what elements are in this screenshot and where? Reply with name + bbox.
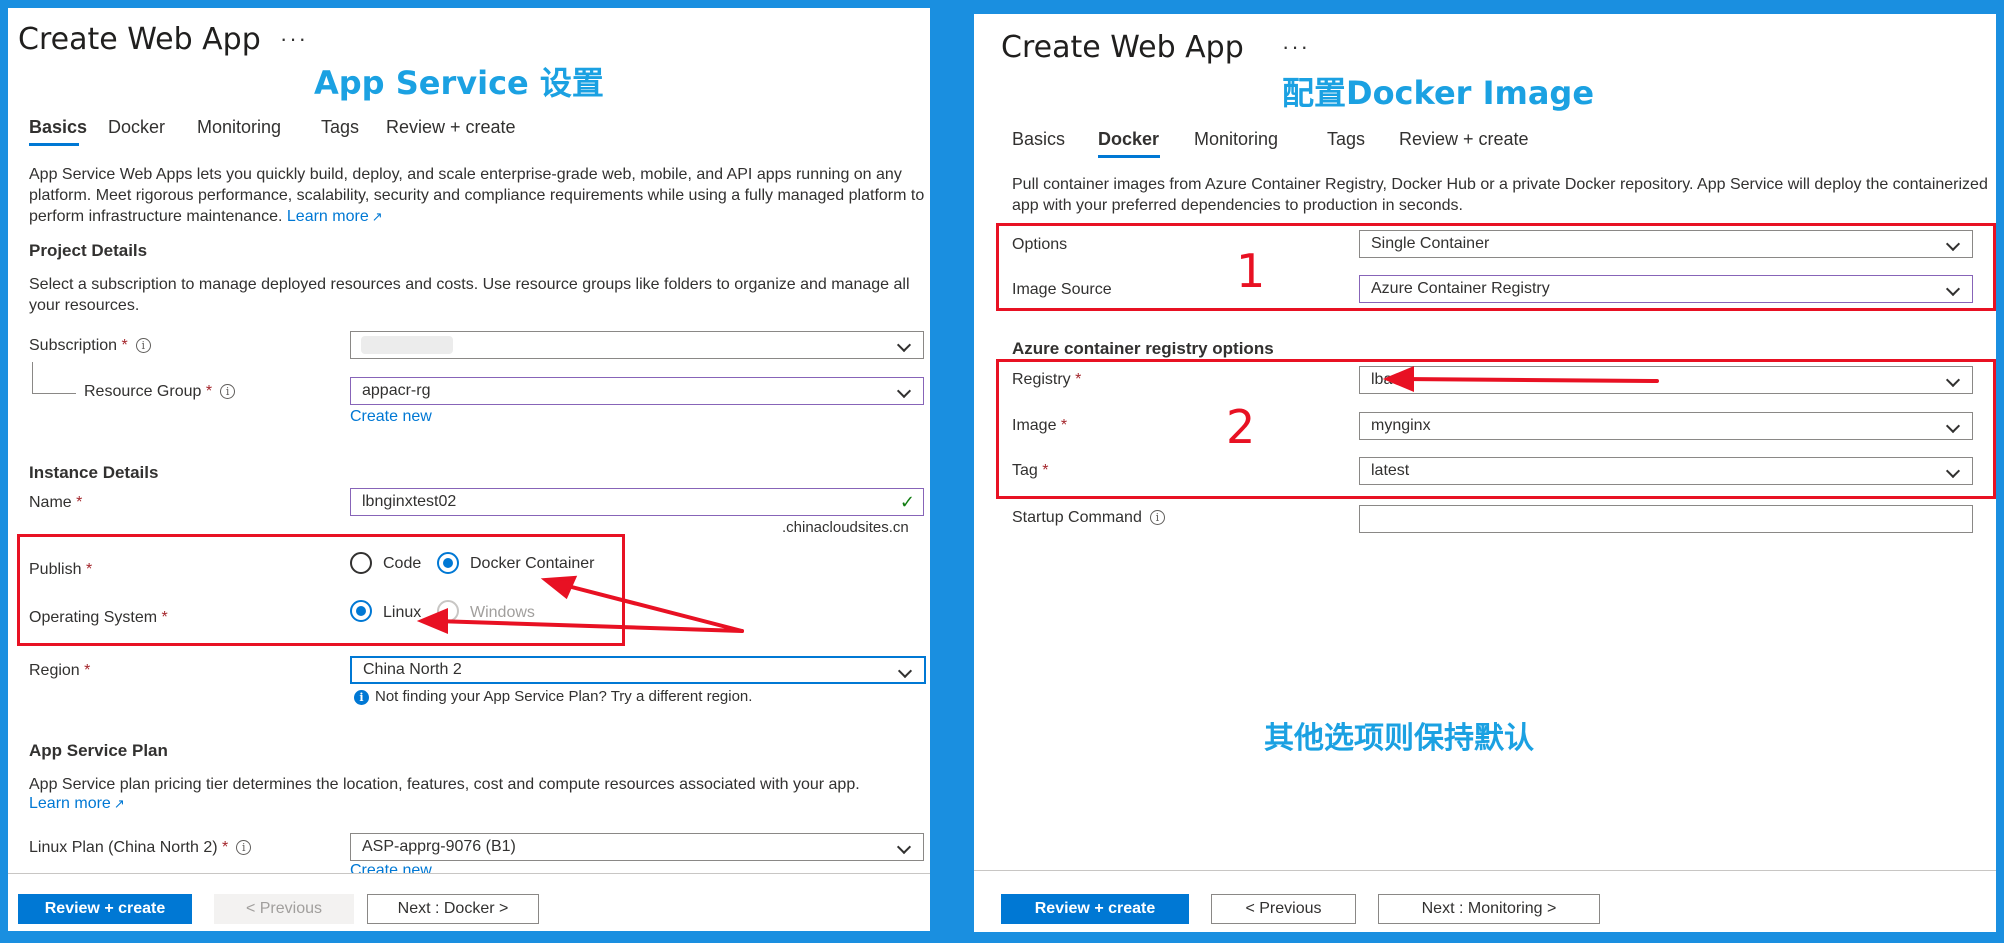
chevron-down-icon bbox=[896, 839, 912, 855]
info-icon[interactable]: i bbox=[220, 384, 236, 400]
info-icon: i bbox=[354, 689, 369, 705]
left-create-web-app-panel: Create Web App ··· App Service 设置 Basics… bbox=[8, 8, 930, 931]
region-label: Region * bbox=[29, 662, 91, 679]
review-create-button[interactable]: Review + create bbox=[18, 894, 192, 924]
annotation-number-1: 1 bbox=[1236, 244, 1266, 298]
active-tab-indicator bbox=[1098, 155, 1160, 158]
plan-description: App Service plan pricing tier determines… bbox=[29, 776, 860, 793]
annotation-title: App Service 设置 bbox=[314, 64, 604, 102]
learn-more-link[interactable]: Learn more ↗ bbox=[287, 208, 383, 225]
chevron-down-icon bbox=[896, 383, 912, 399]
chevron-down-icon bbox=[896, 337, 912, 353]
checkmark-icon: ✓ bbox=[899, 492, 915, 512]
project-details-description: Select a subscription to manage deployed… bbox=[29, 276, 910, 314]
annotation-title: 配置Docker Image bbox=[1282, 74, 1595, 112]
resource-group-label: Resource Group * i bbox=[84, 383, 236, 401]
linux-plan-label: Linux Plan (China North 2) * i bbox=[29, 839, 252, 857]
name-label: Name * bbox=[29, 494, 83, 511]
more-options-button[interactable]: ··· bbox=[280, 26, 308, 52]
startup-command-input[interactable] bbox=[1359, 505, 1973, 533]
domain-suffix: .chinacloudsites.cn bbox=[782, 519, 909, 536]
docker-description: Pull container images from Azure Contain… bbox=[1012, 176, 1988, 214]
right-create-web-app-panel: Create Web App ··· 配置Docker Image Basics… bbox=[974, 14, 1996, 932]
create-new-resource-group-link[interactable]: Create new bbox=[350, 408, 432, 426]
tab-monitoring[interactable]: Monitoring bbox=[1194, 129, 1278, 150]
page-title: Create Web App bbox=[1001, 30, 1244, 65]
external-link-icon: ↗ bbox=[113, 796, 125, 811]
external-link-icon: ↗ bbox=[371, 209, 383, 224]
page-title: Create Web App bbox=[18, 22, 261, 57]
tab-docker[interactable]: Docker bbox=[108, 117, 165, 138]
linux-plan-dropdown[interactable]: ASP-apprg-9076 (B1) bbox=[350, 833, 924, 861]
resource-group-dropdown[interactable]: appacr-rg bbox=[350, 377, 924, 405]
info-icon[interactable]: i bbox=[135, 338, 151, 354]
tab-basics[interactable]: Basics bbox=[29, 117, 87, 138]
tab-tags[interactable]: Tags bbox=[1327, 129, 1365, 150]
region-dropdown[interactable]: China North 2 bbox=[350, 656, 926, 684]
more-options-button[interactable]: ··· bbox=[1282, 34, 1310, 60]
review-create-button[interactable]: Review + create bbox=[1001, 894, 1189, 924]
annotation-note: 其他选项则保持默认 bbox=[1264, 721, 1534, 756]
app-service-plan-heading: App Service Plan bbox=[29, 741, 168, 760]
subscription-dropdown[interactable] bbox=[350, 331, 924, 359]
region-hint: i Not finding your App Service Plan? Try … bbox=[354, 688, 752, 705]
tab-review-create[interactable]: Review + create bbox=[1399, 129, 1529, 150]
info-icon[interactable]: i bbox=[236, 840, 252, 856]
chevron-down-icon bbox=[897, 663, 913, 679]
name-input[interactable]: lbnginxtest02 ✓ bbox=[350, 488, 924, 516]
next-monitoring-button[interactable]: Next : Monitoring > bbox=[1378, 894, 1600, 924]
startup-command-label: Startup Command i bbox=[1012, 509, 1165, 527]
tab-review-create[interactable]: Review + create bbox=[386, 117, 516, 138]
annotation-number-2: 2 bbox=[1226, 400, 1256, 454]
acr-options-heading: Azure container registry options bbox=[1012, 339, 1274, 358]
info-icon[interactable]: i bbox=[1149, 510, 1165, 526]
annotation-box-1 bbox=[996, 223, 1996, 311]
tab-docker[interactable]: Docker bbox=[1098, 129, 1159, 150]
annotation-box-2 bbox=[996, 359, 1996, 499]
plan-learn-more-link[interactable]: Learn more ↗ bbox=[29, 795, 125, 813]
active-tab-indicator bbox=[29, 143, 79, 146]
subscription-label: Subscription * i bbox=[29, 337, 151, 355]
annotation-box-publish-os bbox=[17, 534, 625, 646]
next-docker-button[interactable]: Next : Docker > bbox=[367, 894, 539, 924]
tab-basics[interactable]: Basics bbox=[1012, 129, 1065, 150]
previous-button[interactable]: < Previous bbox=[1211, 894, 1356, 924]
tree-connector bbox=[32, 362, 76, 394]
tab-tags[interactable]: Tags bbox=[321, 117, 359, 138]
instance-details-heading: Instance Details bbox=[29, 463, 159, 482]
intro-text: App Service Web Apps lets you quickly bu… bbox=[29, 166, 925, 225]
previous-button: < Previous bbox=[214, 894, 354, 924]
tab-monitoring[interactable]: Monitoring bbox=[197, 117, 281, 138]
redacted-subscription bbox=[361, 336, 453, 354]
project-details-heading: Project Details bbox=[29, 241, 148, 260]
intro-description: App Service Web Apps lets you quickly bu… bbox=[29, 164, 925, 227]
